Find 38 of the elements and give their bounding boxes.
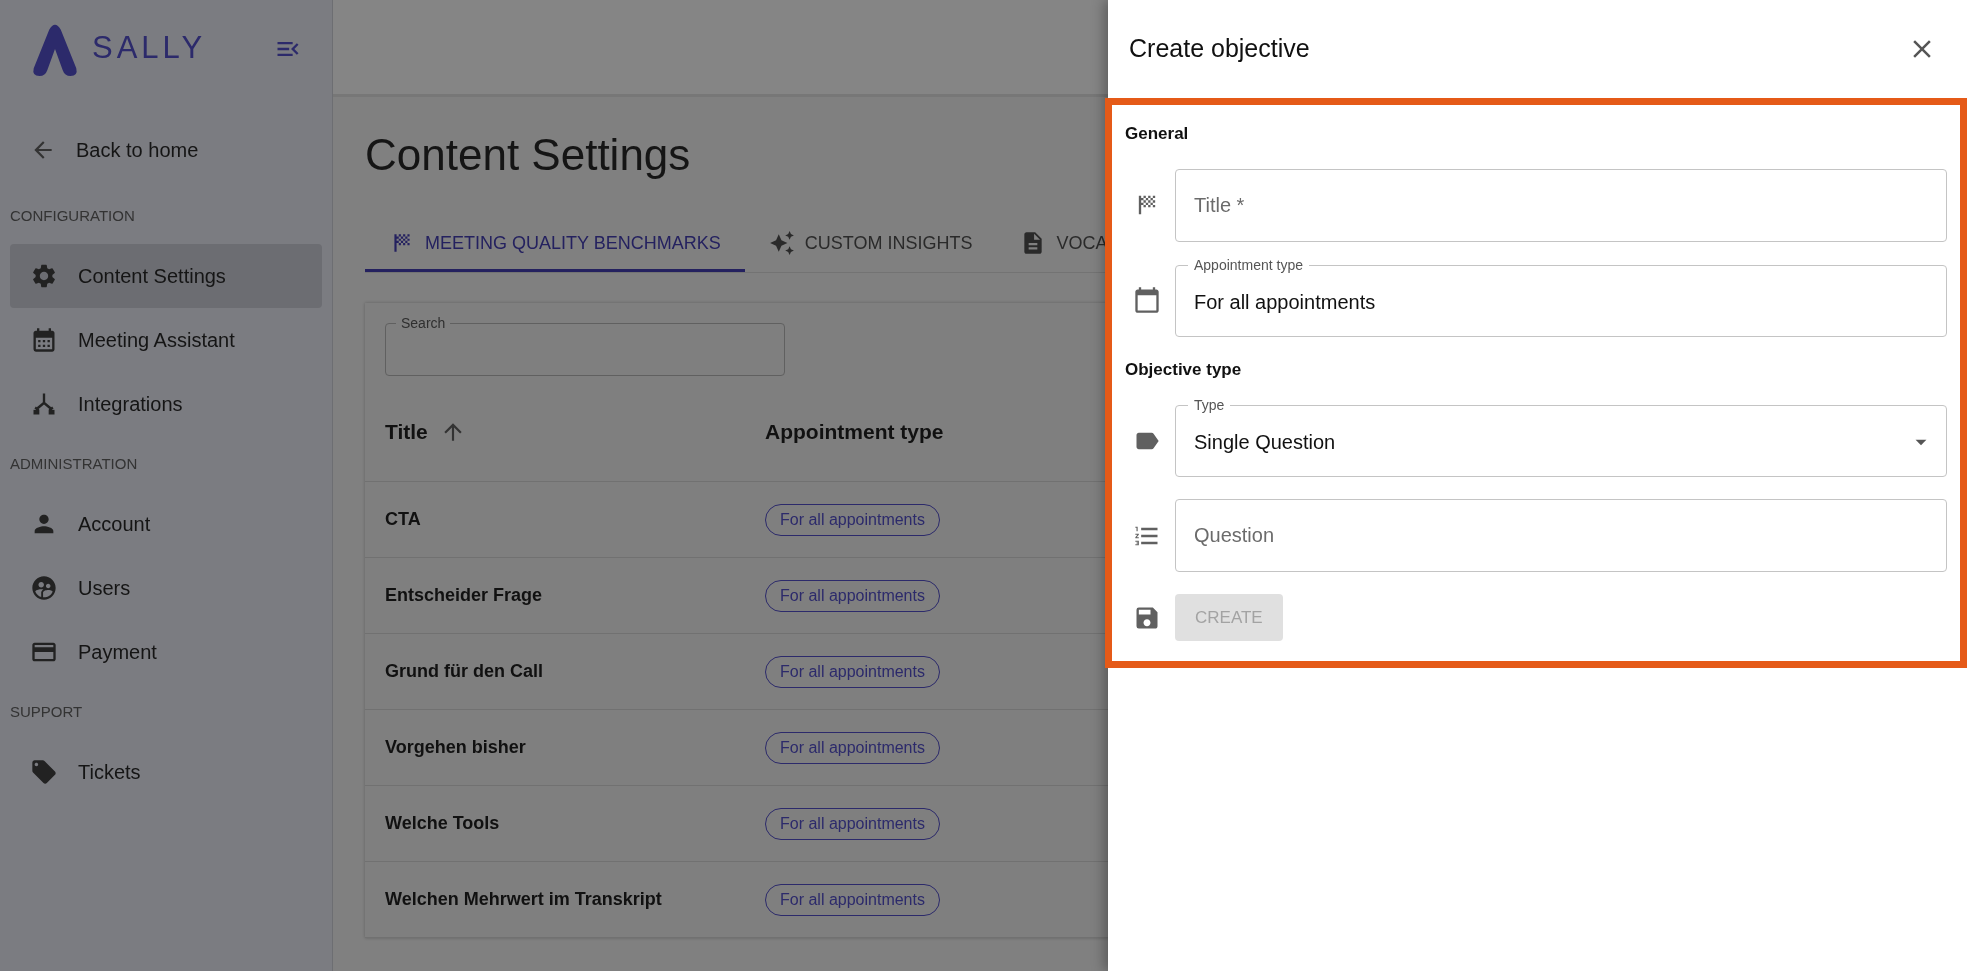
tab[interactable]: CUSTOM INSIGHTS (744, 217, 997, 272)
table-cell-text: Welchen Mehrwert im Transkript (384, 888, 663, 911)
sidebar-item[interactable]: Integrations (10, 372, 322, 436)
text-field[interactable]: Title * (1175, 168, 1947, 242)
sparkles-icon (768, 230, 795, 256)
logo-text: SALLY (92, 29, 207, 68)
section-heading: CONFIGURATION (9, 205, 136, 226)
sidebar-item[interactable]: Content Settings (10, 244, 322, 308)
text-field[interactable]: Question (1175, 499, 1947, 572)
section-heading: ADMINISTRATION (9, 453, 139, 474)
sidebar-item[interactable]: Account (10, 492, 322, 556)
drawer-title: Create objective (1129, 33, 1310, 65)
sidebar-item[interactable]: Tickets (10, 740, 322, 804)
tab[interactable]: MEETING QUALITY BENCHMARKS (365, 217, 745, 272)
users-icon (30, 574, 58, 602)
section-heading: Objective type (1125, 358, 1243, 381)
field-label: Appointment type (1193, 255, 1304, 275)
table-cell-text: Grund für den Call (384, 660, 544, 683)
table-cell-text: Welche Tools (384, 812, 501, 835)
table-cell-text: Entscheider Frage (384, 584, 544, 607)
sidebar-item[interactable]: Payment (10, 620, 322, 684)
sidebar-item[interactable]: Users (10, 556, 322, 620)
calendar-icon (1133, 286, 1161, 314)
tag-icon (30, 758, 58, 786)
column-header[interactable]: Title (365, 415, 765, 448)
search-label: Search (400, 314, 447, 333)
page-title: Content Settings (365, 129, 691, 181)
field-value: For all appointments (1194, 289, 1376, 315)
back-link[interactable]: Back to home (0, 118, 332, 182)
field-label: Type (1193, 396, 1226, 415)
sidebar-item[interactable]: Meeting Assistant (10, 308, 322, 372)
section-heading: General (1125, 123, 1190, 145)
section-heading: SUPPORT (9, 701, 84, 722)
table-cell-text: CTA (384, 508, 422, 531)
gear-icon (30, 262, 58, 290)
field-value: Single Question (1194, 430, 1336, 455)
table-cell-text: Vorgehen bisher (384, 736, 527, 759)
column-header[interactable]: Appointment type (765, 415, 944, 448)
